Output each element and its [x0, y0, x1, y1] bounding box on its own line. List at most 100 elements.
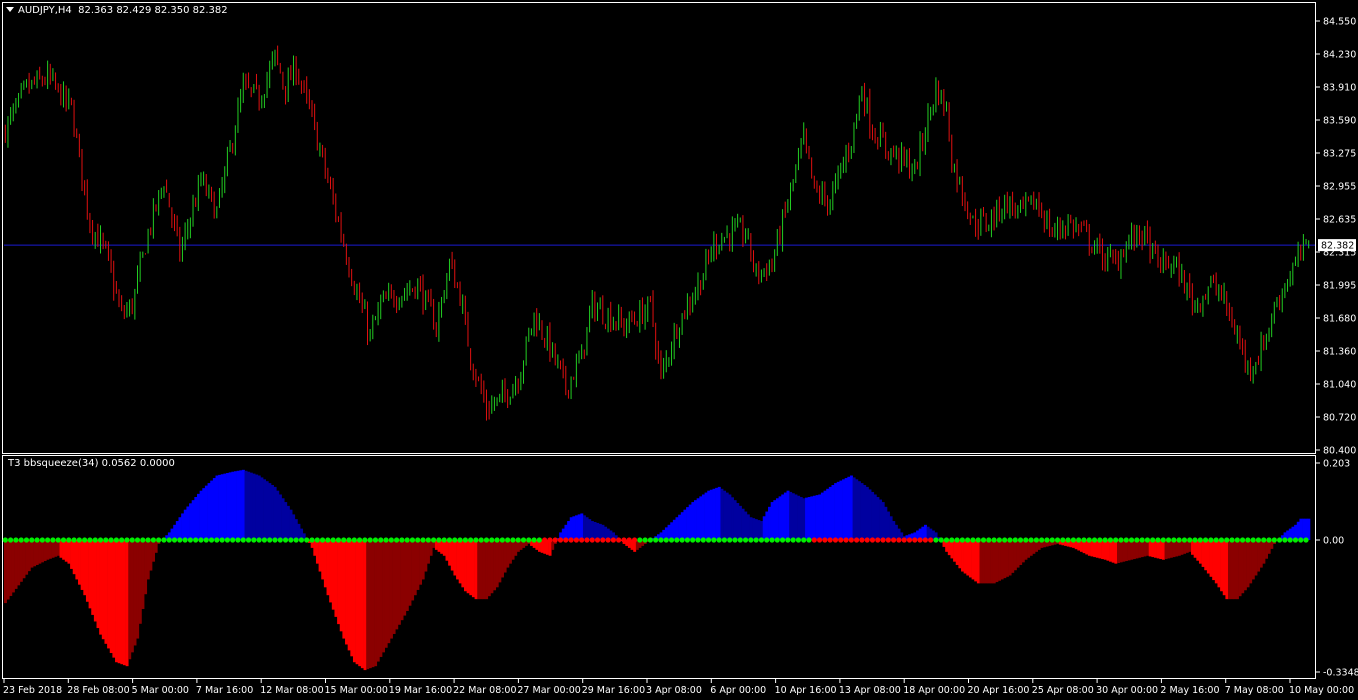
histogram-bar	[91, 540, 95, 615]
histogram-bar	[260, 477, 264, 540]
histogram-bar	[186, 506, 190, 540]
squeeze-dot	[1181, 537, 1188, 543]
time-tick-label: 10 Apr 16:00	[775, 685, 837, 696]
histogram-bar	[577, 514, 581, 540]
histogram-bar	[590, 521, 594, 540]
histogram-bar	[294, 519, 298, 540]
squeeze-dot	[658, 537, 664, 543]
histogram-bar	[1167, 540, 1171, 559]
squeeze-dot	[811, 537, 817, 543]
histogram-bar	[1021, 540, 1025, 563]
squeeze-dot	[690, 537, 696, 543]
squeeze-dot	[388, 537, 394, 543]
histogram-bar	[210, 480, 214, 540]
histogram-bar	[426, 540, 430, 564]
squeeze-dot	[922, 537, 928, 543]
squeeze-dot	[1245, 537, 1251, 543]
histogram-bar	[241, 469, 245, 540]
histogram-bar	[212, 478, 216, 540]
histogram-bar	[421, 540, 425, 580]
current-price-marker: 82.382	[1318, 239, 1356, 252]
histogram-bar	[342, 540, 346, 639]
histogram-bar	[175, 521, 179, 540]
histogram-bar	[453, 540, 457, 576]
histogram-bar	[958, 540, 962, 569]
squeeze-dot	[996, 537, 1002, 543]
squeeze-dot	[785, 537, 791, 543]
squeeze-dot	[1224, 537, 1230, 543]
squeeze-dot	[869, 537, 876, 543]
squeeze-dot	[298, 537, 305, 543]
squeeze-dot	[653, 537, 659, 543]
histogram-bar	[588, 519, 592, 540]
histogram-bar	[284, 502, 288, 540]
squeeze-dot	[663, 537, 669, 543]
squeeze-dot	[18, 537, 24, 543]
squeeze-dot	[721, 537, 728, 543]
squeeze-dot	[626, 537, 632, 543]
squeeze-dot	[1292, 537, 1299, 543]
histogram-bar	[971, 540, 975, 580]
histogram-bar	[1103, 540, 1107, 560]
histogram-bar	[1013, 540, 1017, 571]
squeeze-dot	[959, 537, 965, 543]
histogram-bar	[575, 515, 578, 540]
histogram-bar	[62, 540, 66, 560]
squeeze-dot	[1276, 537, 1283, 543]
squeeze-dot	[1102, 537, 1108, 543]
squeeze-dot	[399, 537, 405, 543]
histogram-bar	[823, 490, 827, 540]
squeeze-dot	[1213, 537, 1219, 543]
squeeze-dot	[166, 537, 172, 543]
squeeze-dot	[880, 537, 886, 543]
squeeze-dot	[727, 537, 733, 543]
histogram-bar	[1124, 540, 1128, 562]
histogram-bar	[27, 540, 31, 572]
triangle-down-icon[interactable]	[6, 6, 14, 12]
histogram-bar	[1156, 540, 1160, 559]
histogram-bar	[196, 493, 200, 540]
histogram-bar	[189, 503, 193, 540]
histogram-bar	[1169, 540, 1173, 558]
time-tick-label: 30 Apr 00:00	[1096, 685, 1158, 696]
histogram-bar	[17, 540, 21, 586]
histogram-bar	[733, 500, 737, 540]
squeeze-dot	[425, 537, 431, 543]
squeeze-dot	[1123, 537, 1129, 543]
squeeze-dot	[674, 537, 680, 543]
squeeze-dot	[39, 537, 45, 543]
histogram-bar	[236, 470, 240, 540]
histogram-bar	[268, 483, 272, 540]
histogram-bar	[405, 540, 409, 611]
histogram-bar	[461, 540, 465, 588]
histogram-bar	[355, 540, 359, 665]
histogram-bar	[313, 540, 317, 556]
price-tick-label: 84.230	[1323, 50, 1356, 61]
histogram-bar	[1085, 540, 1089, 555]
squeeze-dot	[827, 537, 833, 543]
histogram-bar	[741, 508, 745, 540]
histogram-bar	[469, 540, 473, 596]
histogram-bar	[1302, 518, 1306, 540]
squeeze-dot	[1160, 537, 1166, 543]
histogram-bar	[979, 540, 983, 584]
histogram-bar	[955, 540, 959, 565]
histogram-bar	[857, 481, 861, 540]
squeeze-dot	[965, 537, 971, 543]
squeeze-dot	[1086, 537, 1092, 543]
histogram-bar	[1175, 540, 1179, 557]
squeeze-dot	[647, 537, 653, 543]
histogram-bar	[783, 492, 787, 540]
squeeze-dot	[34, 537, 40, 543]
histogram-bar	[22, 540, 26, 579]
histogram-bar	[961, 540, 964, 572]
squeeze-dot	[208, 537, 215, 543]
symbol-header[interactable]: AUDJPY,H4 82.363 82.429 82.350 82.382	[6, 5, 228, 16]
squeeze-dot	[1287, 537, 1293, 543]
histogram-bar	[445, 540, 449, 561]
histogram-bar	[397, 540, 401, 625]
histogram-bar	[508, 540, 512, 564]
squeeze-dot	[304, 537, 310, 543]
squeeze-dot	[1113, 537, 1119, 543]
time-tick-label: 22 Mar 08:00	[453, 685, 516, 696]
